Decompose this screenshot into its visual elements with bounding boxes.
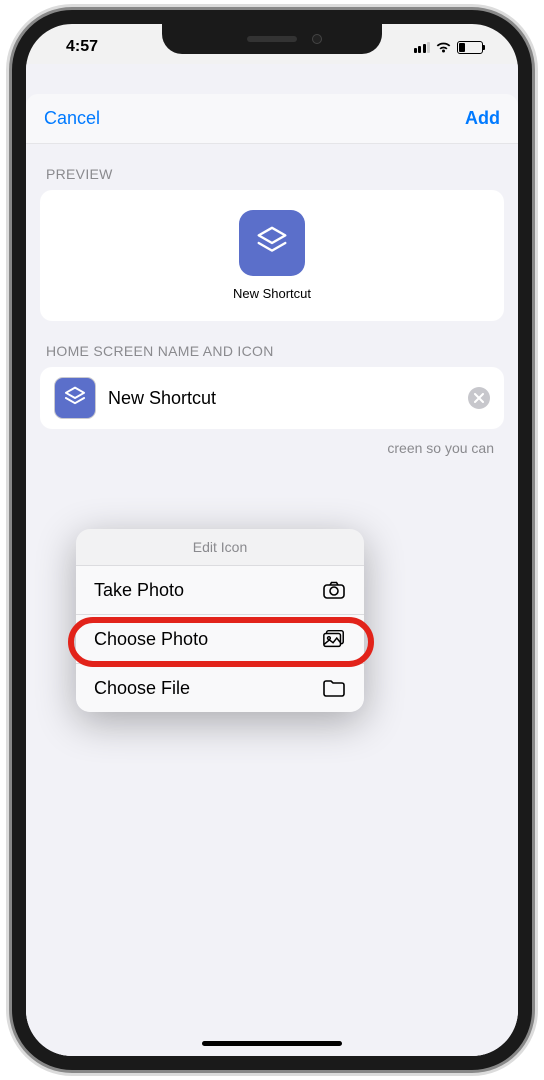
name-icon-header: HOME SCREEN NAME AND ICON: [26, 321, 518, 367]
cancel-button[interactable]: Cancel: [44, 108, 100, 129]
add-button[interactable]: Add: [465, 108, 500, 129]
preview-card: New Shortcut: [40, 190, 504, 321]
battery-icon: [457, 41, 483, 54]
xmark-icon: [474, 393, 484, 403]
preview-label: New Shortcut: [233, 286, 311, 301]
iphone-frame: 4:57 Cancel Add PREVIEW: [12, 10, 532, 1070]
choose-file-label: Choose File: [94, 678, 190, 699]
name-icon-row: [40, 367, 504, 429]
take-photo-item[interactable]: Take Photo: [76, 566, 364, 615]
status-indicators: [414, 41, 484, 54]
icon-picker-button[interactable]: [54, 377, 96, 419]
preview-app-icon: [239, 210, 305, 276]
front-camera: [312, 34, 322, 44]
choose-photo-item[interactable]: Choose Photo: [76, 615, 364, 664]
folder-icon: [322, 676, 346, 700]
speaker: [247, 36, 297, 42]
nav-bar: Cancel Add: [26, 94, 518, 144]
shortcuts-glyph-small-icon: [62, 385, 88, 411]
cellular-icon: [414, 42, 431, 53]
camera-icon: [322, 578, 346, 602]
photos-icon: [322, 627, 346, 651]
shortcut-name-input[interactable]: [108, 388, 456, 409]
helper-text: creen so you can: [26, 429, 518, 467]
take-photo-label: Take Photo: [94, 580, 184, 601]
notch: [162, 24, 382, 54]
shortcuts-glyph-icon: [253, 224, 291, 262]
home-indicator[interactable]: [202, 1041, 342, 1046]
status-time: 4:57: [66, 38, 98, 56]
preview-header: PREVIEW: [26, 144, 518, 190]
edit-icon-menu: Edit Icon Take Photo Choose Photo: [76, 529, 364, 712]
choose-photo-label: Choose Photo: [94, 629, 208, 650]
screen-content: Cancel Add PREVIEW New Shortcut HOME SCR…: [26, 64, 518, 1056]
wifi-icon: [435, 41, 452, 54]
clear-text-button[interactable]: [468, 387, 490, 409]
popup-title: Edit Icon: [76, 529, 364, 566]
choose-file-item[interactable]: Choose File: [76, 664, 364, 712]
